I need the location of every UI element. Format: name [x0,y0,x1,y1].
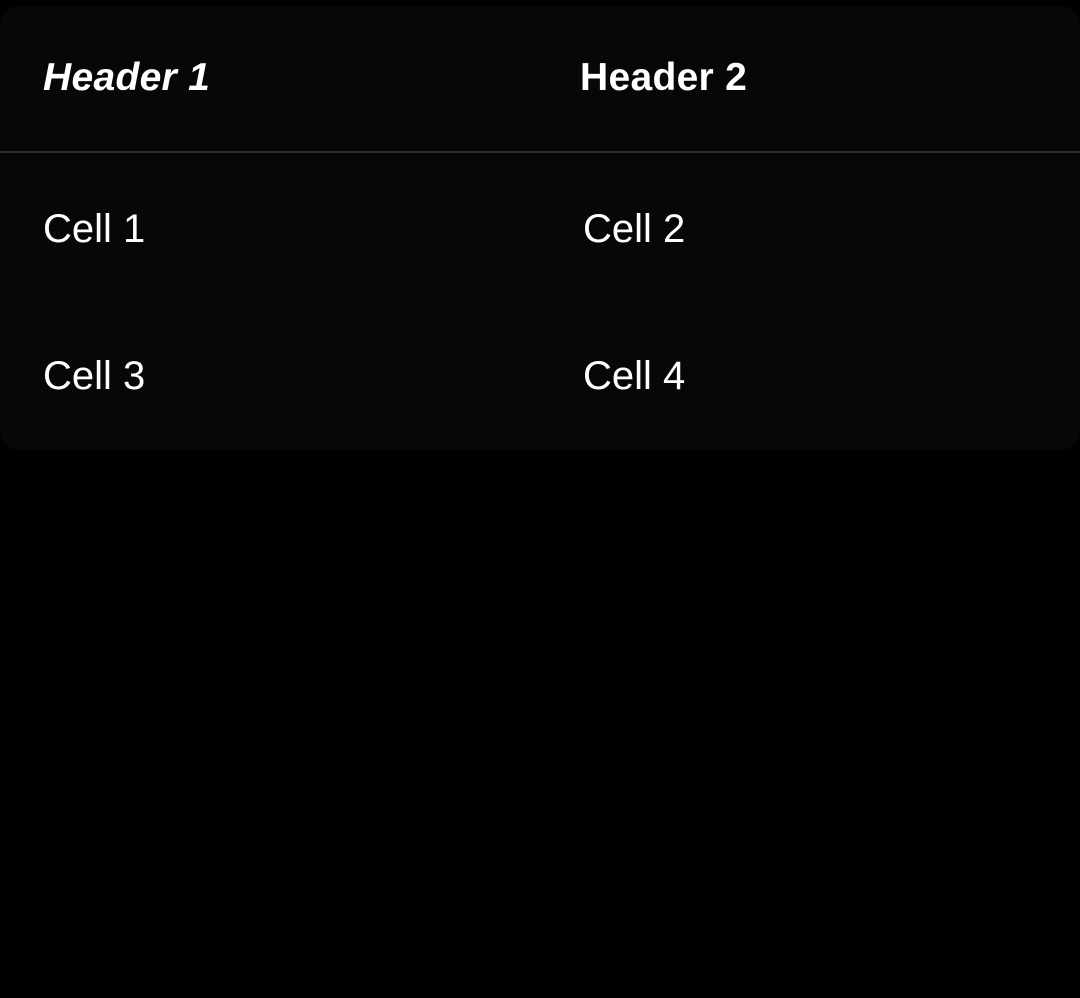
column-header-1[interactable]: Header 1 [43,56,210,100]
table-cell: Cell 3 [43,354,146,398]
column-header-2[interactable]: Header 2 [580,56,747,100]
table-cell: Cell 4 [583,354,686,398]
table-cell: Cell 1 [43,207,146,251]
table-cell: Cell 2 [583,207,686,251]
table-row: Cell 3 Cell 4 [0,302,1080,449]
data-table: Header 1 Header 2 Cell 1 Cell 2 Cell 3 C… [0,6,1080,450]
table-row: Cell 1 Cell 2 [0,155,1080,302]
table-header-row: Header 1 Header 2 [0,6,1080,153]
